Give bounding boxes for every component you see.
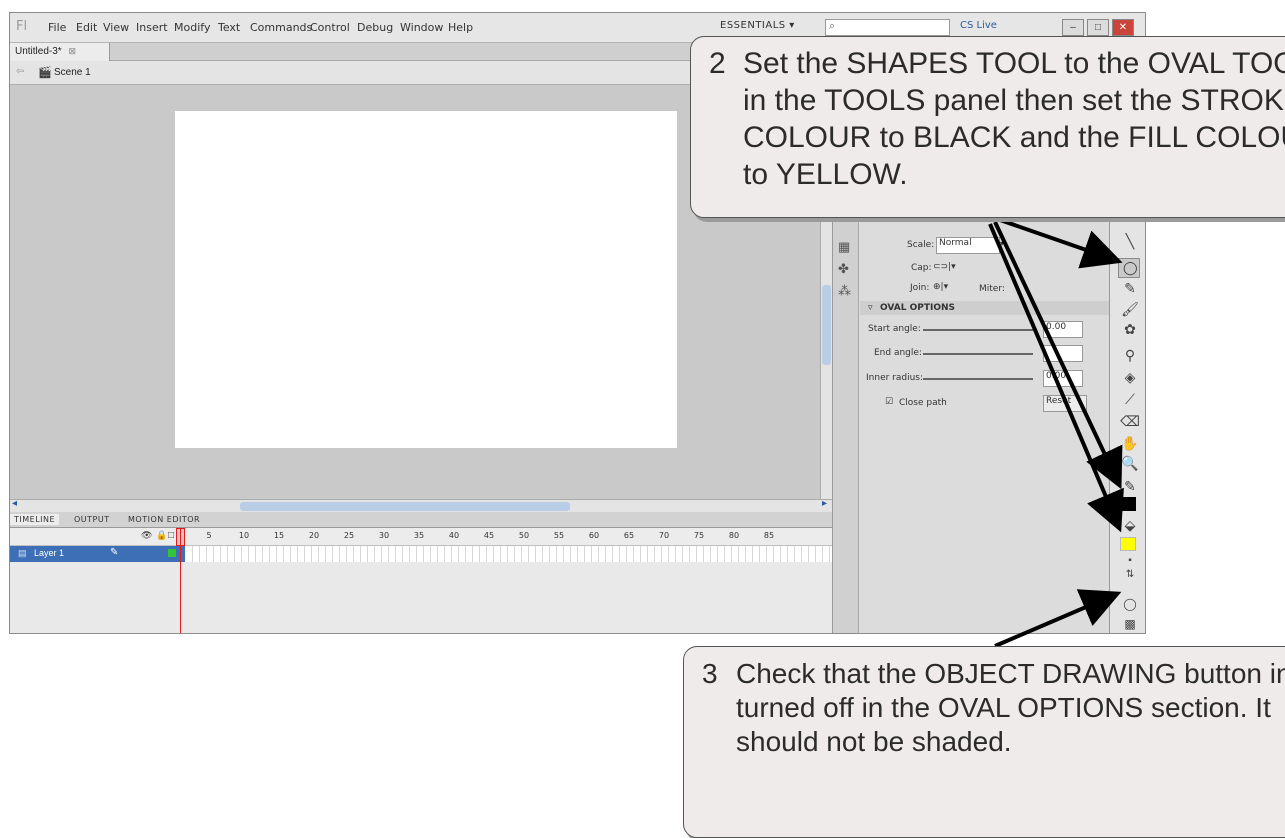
arrow-to-oval-tool	[999, 218, 1123, 269]
callout-step-3: 3 Check that the OBJECT DRAWING button i…	[683, 646, 1285, 838]
callout-step-2: 2 Set the SHAPES TOOL to the OVAL TOOL i…	[690, 36, 1285, 218]
arrow-to-stroke-color	[993, 221, 1123, 490]
arrow-to-fill-color	[988, 223, 1124, 533]
arrow-to-object-drawing	[994, 589, 1122, 648]
callout-step-text: Check that the OBJECT DRAWING button in …	[736, 658, 1285, 757]
callout-step-number: 2	[709, 47, 726, 80]
callout-step-text: Set the SHAPES TOOL to the OVAL TOOL in …	[743, 47, 1285, 191]
callout-step-number: 3	[702, 658, 718, 689]
